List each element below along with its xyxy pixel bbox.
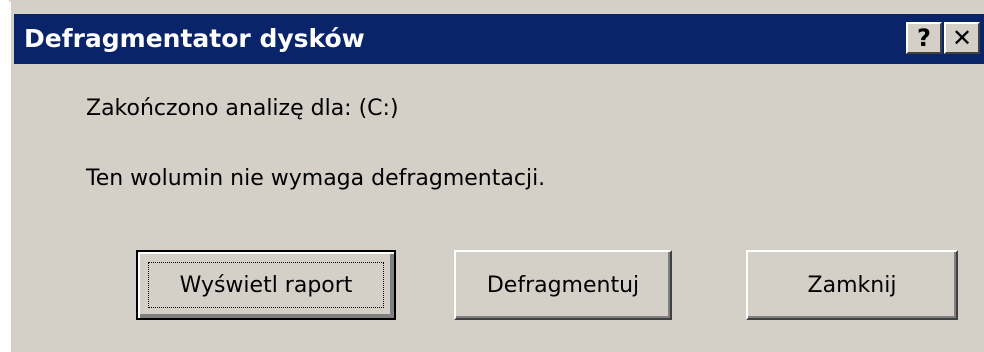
- dialog-window: Defragmentator dysków ? ✕ Zakończono ana…: [8, 0, 984, 352]
- close-button[interactable]: Zamknij: [746, 250, 958, 320]
- defragment-label: Defragmentuj: [486, 272, 640, 298]
- view-report-label: Wyświetl raport: [179, 272, 353, 298]
- analysis-complete-text: Zakończono analizę dla: (C:): [86, 96, 399, 121]
- help-button[interactable]: ?: [906, 22, 942, 54]
- window-title: Defragmentator dysków: [24, 24, 365, 53]
- title-bar[interactable]: Defragmentator dysków ? ✕: [14, 14, 984, 64]
- close-icon: ✕: [951, 24, 973, 52]
- view-report-button[interactable]: Wyświetl raport: [136, 250, 396, 320]
- close-window-button[interactable]: ✕: [944, 22, 980, 54]
- help-icon: ?: [917, 24, 931, 52]
- defragment-button[interactable]: Defragmentuj: [454, 250, 672, 320]
- no-defrag-needed-text: Ten wolumin nie wymaga defragmentacji.: [86, 166, 546, 191]
- close-label: Zamknij: [807, 272, 897, 298]
